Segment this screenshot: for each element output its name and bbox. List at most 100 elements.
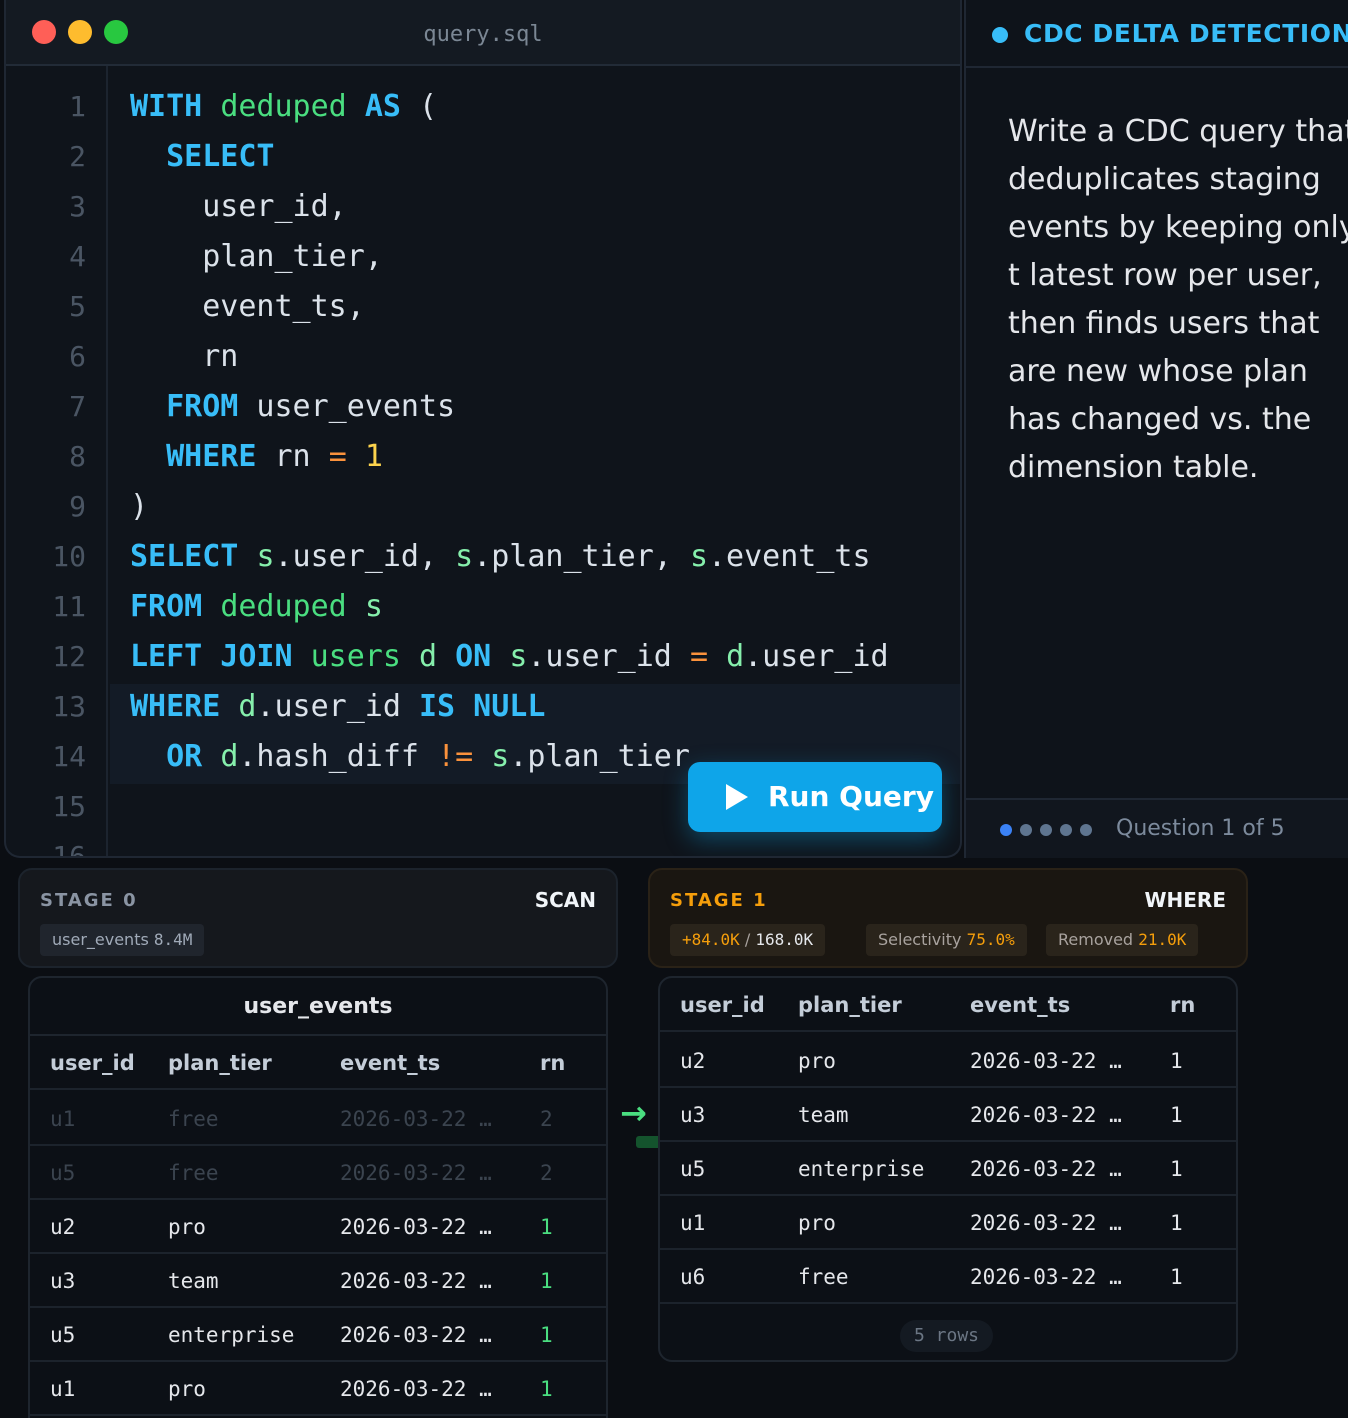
stage-name: STAGE 1 (670, 890, 768, 911)
table-row[interactable]: u5 enterprise 2026-03-22 … 1 (30, 1308, 606, 1362)
line-number: 12 (52, 640, 86, 673)
cell: 2026-03-22 … (340, 1107, 492, 1131)
progress-label: Question 1 of 5 (1116, 816, 1285, 841)
table-row[interactable]: u3 team 2026-03-22 … 1 (30, 1254, 606, 1308)
table-row[interactable]: u6 free 2026-03-22 … 1 (660, 1250, 1236, 1304)
cell: u1 (50, 1377, 76, 1401)
cell: u1 (680, 1211, 706, 1235)
line-number: 10 (52, 540, 86, 573)
row-total: 168.0K (755, 930, 814, 949)
cell: 2026-03-22 … (970, 1265, 1122, 1289)
sql-editor[interactable]: query.sql 1 2 3 4 5 6 7 8 9 10 11 12 13 … (4, 0, 962, 858)
cell: pro (168, 1377, 206, 1401)
source-count: 8.4M (153, 930, 193, 949)
column-header[interactable]: plan_tier (168, 1036, 272, 1090)
progress-dot[interactable] (1080, 824, 1092, 836)
cell: 2 (540, 1107, 553, 1131)
cell: 1 (540, 1323, 553, 1347)
cell: team (798, 1103, 849, 1127)
stage-1-card[interactable]: STAGE 1 WHERE +84.0K / 168.0K Selectivit… (648, 868, 1248, 968)
code-line: SELECT (166, 139, 275, 174)
column-header[interactable]: plan_tier (798, 978, 902, 1032)
cell: 1 (540, 1269, 553, 1293)
table-row[interactable]: u2 pro 2026-03-22 … 1 (30, 1200, 606, 1254)
line-number: 1 (69, 90, 86, 123)
stage-operation: SCAN (534, 888, 596, 912)
input-table[interactable]: user_events user_id plan_tier event_ts r… (28, 976, 608, 1418)
row-count-badge: 5 rows (900, 1320, 994, 1352)
source-chip: user_events 8.4M (40, 924, 205, 956)
table-row[interactable]: u3 team 2026-03-22 … 1 (660, 1088, 1236, 1142)
table-row[interactable]: u5 free 2026-03-22 … 2 (30, 1146, 606, 1200)
table-row[interactable]: u1 pro 2026-03-22 … 1 (30, 1362, 606, 1416)
cell: 1 (540, 1215, 553, 1239)
code-line: event_ts, (130, 289, 365, 324)
cell: enterprise (798, 1157, 925, 1181)
cell: u6 (680, 1265, 706, 1289)
row-delta-chip: +84.0K / 168.0K (670, 924, 826, 956)
cell: 2 (540, 1161, 553, 1185)
question-title: CDC DELTA DETECTION (1024, 19, 1348, 48)
cell: 2026-03-22 … (340, 1161, 492, 1185)
code-line: LEFT JOIN users d ON s.user_id = d.user_… (130, 639, 889, 674)
cell: u5 (680, 1157, 706, 1181)
arrow-right-icon: → (620, 1094, 647, 1132)
question-panel-header: CDC DELTA DETECTION (966, 0, 1348, 68)
cell: 2026-03-22 … (970, 1157, 1122, 1181)
cell: free (168, 1107, 219, 1131)
column-header[interactable]: rn (540, 1036, 565, 1090)
cell: u3 (680, 1103, 706, 1127)
column-header[interactable]: user_id (50, 1036, 135, 1090)
run-query-label: Run Query (768, 780, 934, 813)
output-table[interactable]: user_id plan_tier event_ts rn u2 pro 202… (658, 976, 1238, 1362)
line-number: 9 (69, 490, 86, 523)
cell: 1 (1170, 1103, 1183, 1127)
table-row[interactable]: u5 enterprise 2026-03-22 … 1 (660, 1142, 1236, 1196)
removed-value: 21.0K (1138, 930, 1187, 949)
selectivity-chip: Selectivity 75.0% (866, 924, 1027, 956)
cell: 2026-03-22 … (340, 1377, 492, 1401)
code-line: WHERE d.user_id IS NULL (130, 689, 546, 724)
cell: u3 (50, 1269, 76, 1293)
cell: enterprise (168, 1323, 295, 1347)
line-number: 8 (69, 440, 86, 473)
line-number: 5 (69, 290, 86, 323)
line-number: 6 (69, 340, 86, 373)
selectivity-label: Selectivity (878, 930, 962, 949)
progress-dot[interactable] (1040, 824, 1052, 836)
cell: pro (798, 1211, 836, 1235)
run-query-button[interactable]: Run Query (688, 762, 942, 832)
cell: 1 (540, 1377, 553, 1401)
cell: 2026-03-22 … (970, 1049, 1122, 1073)
status-dot-icon (992, 27, 1008, 43)
progress-dot[interactable] (1000, 824, 1012, 836)
cell: 2026-03-22 … (340, 1269, 492, 1293)
progress-dot[interactable] (1020, 824, 1032, 836)
code-line: FROM user_events (166, 389, 456, 424)
line-number: 4 (69, 240, 86, 273)
stage-0-card[interactable]: STAGE 0 SCAN user_events 8.4M (18, 868, 618, 968)
question-text: Write a CDC query that deduplicates stag… (1008, 114, 1348, 485)
column-header[interactable]: rn (1170, 978, 1195, 1032)
column-header[interactable]: event_ts (340, 1036, 440, 1090)
code-line: WHERE rn = 1 (166, 439, 383, 474)
table-header-row: user_id plan_tier event_ts rn (30, 1036, 606, 1090)
question-panel: CDC DELTA DETECTION Write a CDC query th… (964, 0, 1348, 858)
column-header[interactable]: event_ts (970, 978, 1070, 1032)
progress-dot[interactable] (1060, 824, 1072, 836)
table-row[interactable]: u1 free 2026-03-22 … 2 (30, 1092, 606, 1146)
source-label: user_events (52, 930, 149, 949)
play-icon (726, 784, 748, 810)
cell: 1 (1170, 1265, 1183, 1289)
cell: 1 (1170, 1049, 1183, 1073)
line-number: 14 (52, 740, 86, 773)
column-header[interactable]: user_id (680, 978, 765, 1032)
stage-operation: WHERE (1144, 888, 1226, 912)
cell: team (168, 1269, 219, 1293)
cell: u5 (50, 1323, 76, 1347)
line-number: 13 (52, 690, 86, 723)
table-caption: user_events (30, 978, 606, 1036)
line-number: 15 (52, 790, 86, 823)
table-row[interactable]: u2 pro 2026-03-22 … 1 (660, 1034, 1236, 1088)
table-row[interactable]: u1 pro 2026-03-22 … 1 (660, 1196, 1236, 1250)
